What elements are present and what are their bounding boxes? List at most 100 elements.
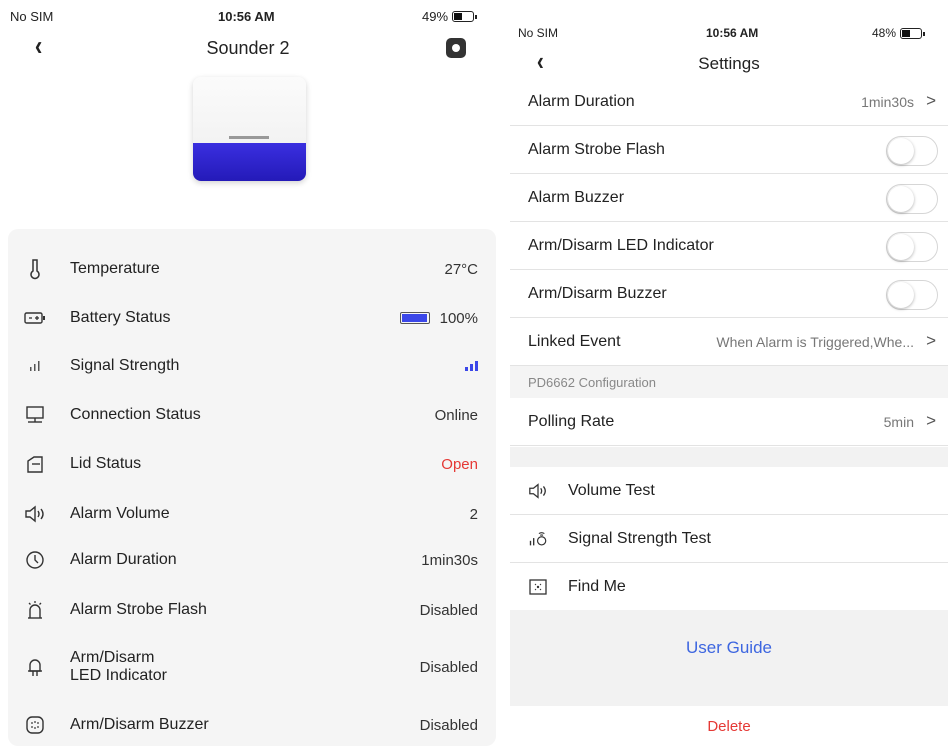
lid-icon (24, 453, 46, 475)
nav-bar: ‹ Sounder 2 (0, 30, 496, 66)
row-label: Alarm Volume (70, 505, 170, 522)
clock-icon (24, 549, 46, 571)
signal-bars-icon (465, 361, 478, 371)
device-detail-screen: No SIM 10:56 AM 49% ‹ Sounder 2 Temperat… (0, 0, 496, 746)
battery-percent: 48% (872, 26, 897, 40)
led-icon (24, 656, 46, 678)
row-value: Disabled (419, 716, 478, 734)
row-label: Lid Status (70, 455, 142, 472)
battery-icon (452, 11, 478, 22)
row-signal-strength: Signal Strength (8, 342, 496, 390)
setting-linked-event[interactable]: Linked Event When Alarm is Triggered,Whe… (510, 318, 948, 366)
signal-icon (24, 355, 46, 377)
setting-alarm-buzzer: Alarm Buzzer (510, 174, 948, 222)
arm-disarm-buzzer-toggle[interactable] (886, 280, 938, 310)
row-arm-disarm-led-indicator: Arm/Disarm LED Indicator Disabled (8, 643, 496, 691)
strobe-flash-toggle[interactable] (886, 136, 938, 166)
signal-test-icon (528, 529, 548, 549)
test-signal-strength[interactable]: Signal Strength Test (510, 515, 948, 563)
setting-alarm-duration[interactable]: Alarm Duration 1min30s > (510, 78, 948, 126)
row-alarm-volume: Alarm Volume 2 (8, 490, 496, 538)
setting-label: Arm/Disarm Buzzer (528, 285, 667, 302)
monitor-icon (24, 404, 46, 426)
device-brand-mark (229, 136, 269, 139)
speaker-icon (528, 481, 548, 501)
setting-value: 1min30s (861, 94, 914, 110)
row-value: 1min30s (421, 551, 478, 569)
setting-label: Polling Rate (528, 413, 615, 430)
row-battery-status: Battery Status 100% (8, 294, 496, 342)
buzzer-icon (24, 714, 46, 736)
status-battery: 48% (872, 26, 926, 40)
status-time: 10:56 AM (218, 9, 275, 24)
row-label: Signal Strength (70, 357, 180, 374)
row-connection-status: Connection Status Online (8, 391, 496, 439)
setting-led-indicator: Arm/Disarm LED Indicator (510, 222, 948, 270)
chevron-right-icon: > (926, 411, 936, 430)
row-label: Alarm Strobe Flash (70, 601, 207, 618)
led-indicator-toggle[interactable] (886, 232, 938, 262)
delete-button[interactable]: Delete (510, 718, 948, 735)
row-label: Connection Status (70, 406, 201, 423)
setting-polling-rate[interactable]: Polling Rate 5min > (510, 398, 948, 446)
test-label: Signal Strength Test (568, 530, 711, 547)
setting-arm-disarm-buzzer: Arm/Disarm Buzzer (510, 270, 948, 318)
speaker-icon (24, 503, 46, 525)
row-value: 100% (399, 310, 478, 327)
footer-area: User Guide Delete (510, 610, 948, 746)
test-find-me[interactable]: Find Me (510, 563, 948, 611)
setting-label: Linked Event (528, 333, 621, 350)
row-value: Online (434, 406, 478, 424)
device-image (193, 77, 306, 181)
screen-divider (496, 0, 510, 746)
section-header: PD6662 Configuration (510, 366, 948, 398)
status-battery: 49% (422, 9, 478, 24)
section-spacer (510, 447, 948, 467)
setting-label: Alarm Buzzer (528, 189, 625, 206)
row-alarm-strobe-flash: Alarm Strobe Flash Disabled (8, 586, 496, 634)
row-value: Disabled (419, 601, 478, 619)
setting-label: Alarm Duration (528, 93, 635, 110)
status-bar: No SIM 10:56 AM 49% (0, 0, 496, 30)
page-title: Settings (698, 54, 760, 73)
test-volume[interactable]: Volume Test (510, 467, 948, 515)
setting-label: Arm/Disarm LED Indicator (528, 237, 714, 254)
setting-value: 5min (883, 414, 914, 430)
row-value: 2 (469, 505, 478, 523)
status-panel: Temperature 27°C Battery Status 100% Sig… (8, 229, 496, 746)
row-arm-disarm-buzzer: Arm/Disarm Buzzer Disabled (8, 701, 496, 746)
battery-percent: 49% (422, 9, 449, 24)
thermometer-icon (24, 258, 46, 280)
battery-level-icon (399, 312, 430, 324)
row-label: Arm/Disarm Buzzer (70, 716, 209, 733)
settings-gear-icon[interactable] (446, 38, 466, 58)
row-label: Alarm Duration (70, 551, 177, 568)
row-alarm-duration: Alarm Duration 1min30s (8, 536, 496, 584)
device-strobe-band (193, 143, 306, 181)
carrier-label: No SIM (518, 26, 559, 40)
status-bar: No SIM 10:56 AM 48% (510, 0, 948, 44)
row-label: Battery Status (70, 309, 171, 326)
test-label: Find Me (568, 578, 626, 595)
alarm-buzzer-toggle[interactable] (886, 184, 938, 214)
find-me-icon (528, 577, 548, 597)
chevron-right-icon: > (926, 331, 936, 350)
row-lid-status: Lid Status Open (8, 440, 496, 488)
nav-bar: ‹ Settings (510, 46, 948, 82)
battery-icon (900, 27, 926, 39)
status-time: 10:56 AM (706, 26, 759, 40)
user-guide-link[interactable]: User Guide (510, 638, 948, 658)
row-label: Temperature (70, 260, 160, 277)
carrier-label: No SIM (10, 9, 54, 24)
row-value: 27°C (444, 260, 478, 278)
page-title: Sounder 2 (206, 38, 290, 58)
test-label: Volume Test (568, 482, 655, 499)
settings-screen: No SIM 10:56 AM 48% ‹ Settings Alarm Dur… (510, 0, 948, 746)
setting-label: Alarm Strobe Flash (528, 141, 665, 158)
setting-alarm-strobe-flash: Alarm Strobe Flash (510, 126, 948, 174)
row-value: Disabled (419, 658, 478, 676)
row-temperature: Temperature 27°C (8, 245, 496, 293)
strobe-icon (24, 599, 46, 621)
section-title: PD6662 Configuration (528, 375, 656, 390)
delete-row: Delete (510, 706, 948, 746)
